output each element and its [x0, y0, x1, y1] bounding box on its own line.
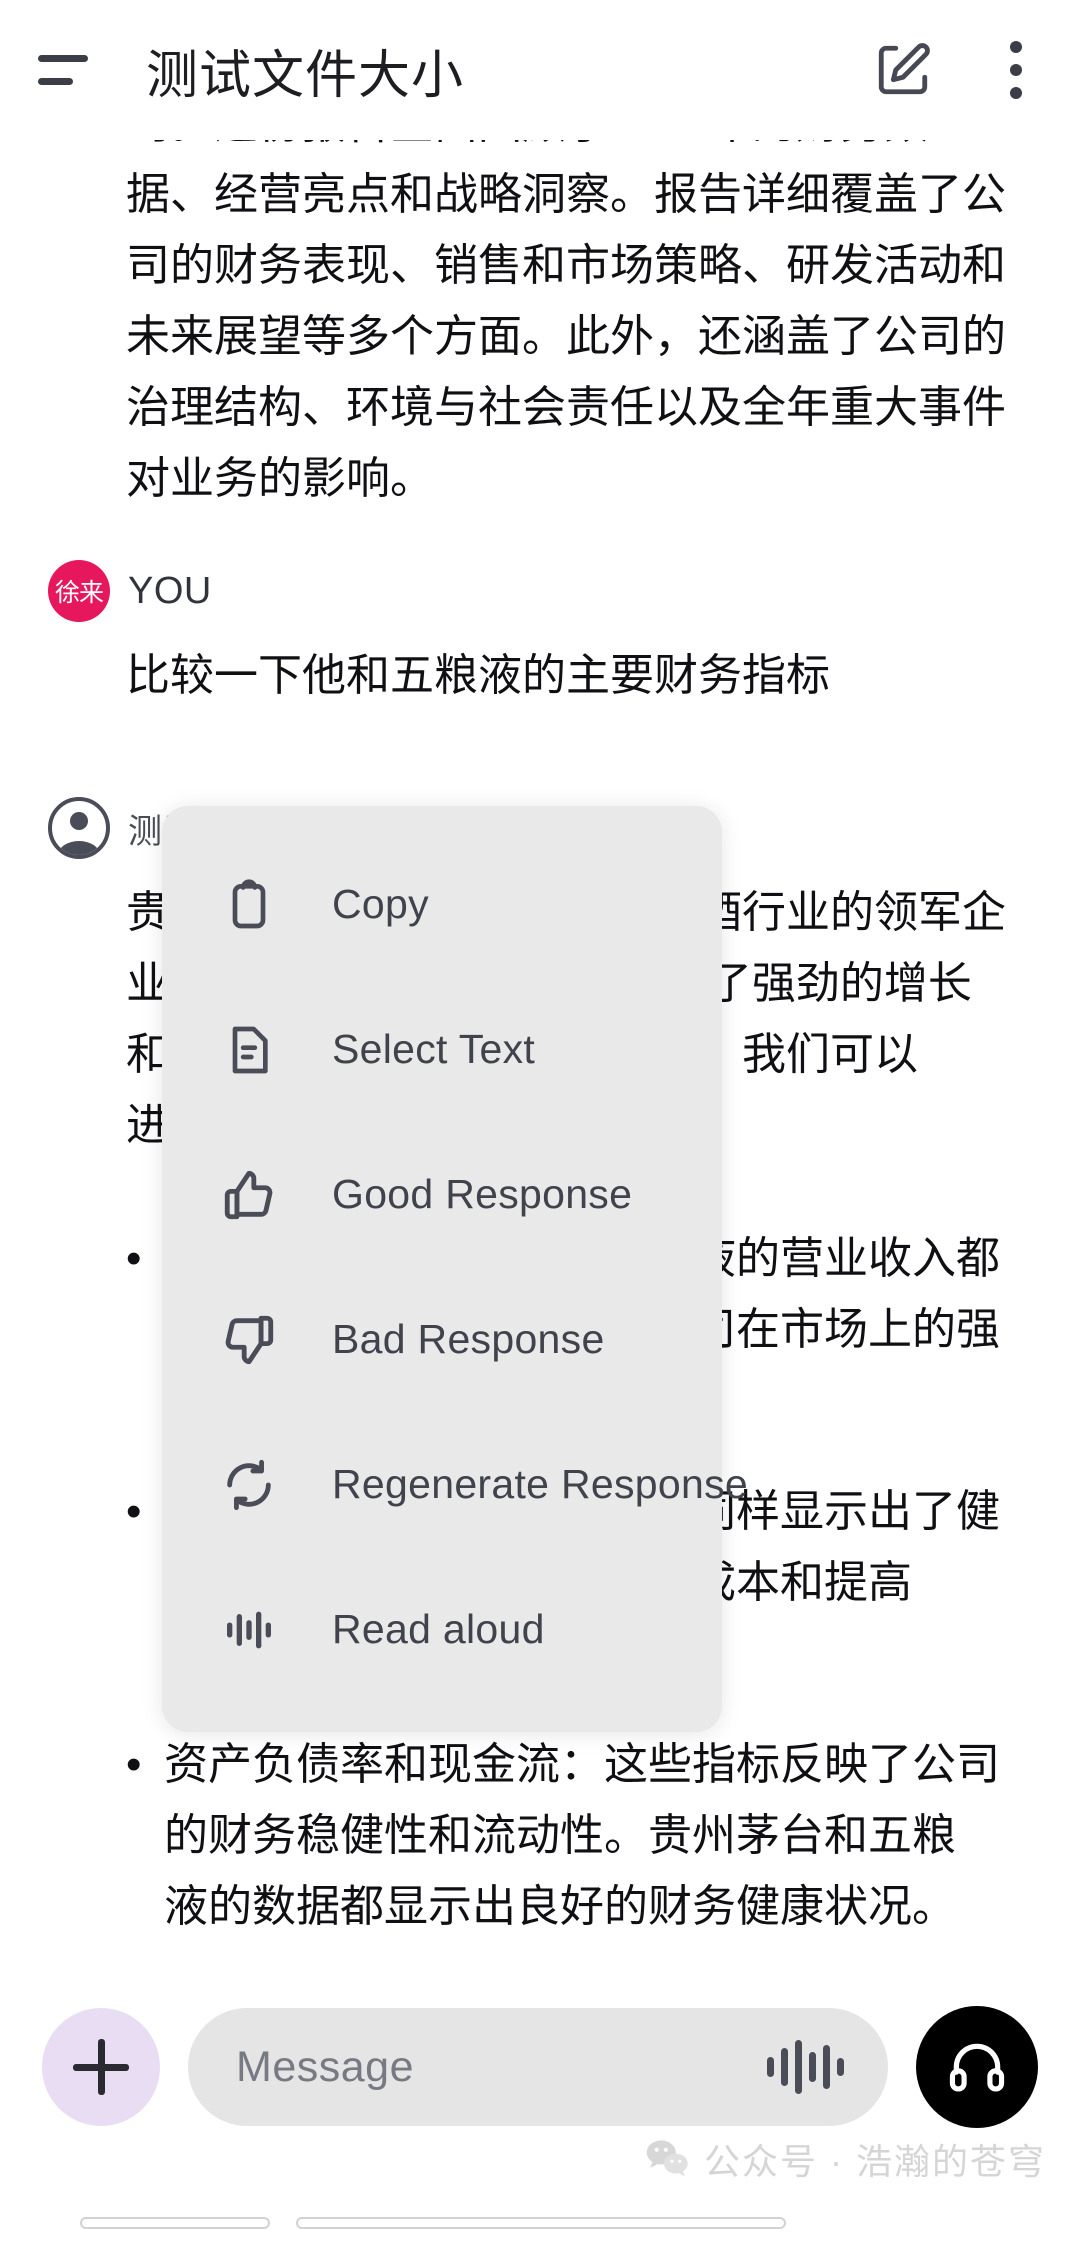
chat-app-screen: 测试文件大小 司。这份报告全面回顾了2022年的财务数 据、经营亮点和战略洞察。… — [0, 0, 1080, 2247]
header-actions — [868, 35, 1036, 105]
nav-home-pill[interactable] — [296, 2217, 786, 2229]
clipboard-icon — [218, 874, 280, 936]
thumbs-up-icon — [218, 1164, 280, 1226]
hamburger-icon[interactable] — [38, 34, 110, 106]
paragraph-line: 的财务稳健性和流动性。贵州茅台和五粮 — [164, 1811, 956, 1860]
page-title: 测试文件大小 — [146, 46, 465, 105]
sender-label: YOU — [128, 569, 212, 612]
context-menu-item-bad-response[interactable]: Bad Response — [162, 1267, 722, 1412]
plus-icon[interactable] — [42, 2008, 160, 2126]
paragraph-line: 未来展望等多个方面。此外，还涵盖了公司的 — [126, 312, 1006, 361]
user-message-text: 比较一下他和五粮液的主要财务指标 — [126, 651, 830, 700]
thumbs-down-icon — [218, 1309, 280, 1371]
context-menu-item-label: Read aloud — [332, 1606, 545, 1652]
paragraph-line: 液的数据都显示出良好的财务健康状况。 — [164, 1882, 956, 1931]
context-menu-item-label: Regenerate Response — [332, 1461, 748, 1507]
wechat-icon — [646, 2140, 688, 2177]
edit-square-icon[interactable] — [868, 35, 938, 105]
message-input-placeholder: Message — [236, 2042, 414, 2091]
intro-paragraph: 司。这份报告全面回顾了2022年的财务数 据、经营亮点和战略洞察。报告详细覆盖了… — [0, 140, 1080, 514]
system-navigation-bar — [0, 2199, 1080, 2247]
waveform-icon — [218, 1599, 280, 1661]
context-menu-item-copy[interactable]: Copy — [162, 832, 722, 977]
message-composer: Message — [0, 1992, 1080, 2142]
context-menu-item-label: Good Response — [332, 1171, 633, 1217]
avatar[interactable]: 徐来 — [48, 560, 110, 622]
paragraph-line: 治理结构、环境与社会责任以及全年重大事件 — [126, 383, 1006, 432]
list-item-text: 资产负债率和现金流：这些指标反映了公司 的财务稳健性和流动性。贵州茅台和五粮 液… — [164, 1729, 1032, 1942]
paragraph-line: 司。这份报告全面回顾了2022年的财务数 — [126, 140, 1032, 159]
paragraph-line: 资产负债率和现金流：这些指标反映了公司 — [164, 1740, 1000, 1789]
user-message-header: 徐来 YOU — [0, 560, 1080, 622]
nav-recents-pill[interactable] — [80, 2217, 270, 2229]
context-menu-item-read-aloud[interactable]: Read aloud — [162, 1557, 722, 1702]
list-item: • 资产负债率和现金流：这些指标反映了公司 的财务稳健性和流动性。贵州茅台和五粮… — [0, 1729, 1080, 1942]
waveform-icon[interactable] — [767, 2039, 844, 2095]
three-dots-vertical-icon[interactable] — [996, 35, 1036, 105]
context-menu-item-good-response[interactable]: Good Response — [162, 1122, 722, 1267]
message-context-menu[interactable]: Copy Select Text Good Response Bad Respo… — [162, 806, 748, 1732]
context-menu-item-regenerate-response[interactable]: Regenerate Response — [162, 1412, 748, 1557]
app-header: 测试文件大小 — [0, 0, 1080, 140]
paragraph-line: 对业务的影响。 — [126, 454, 434, 503]
paragraph-line: 据、经营亮点和战略洞察。报告详细覆盖了公 — [126, 170, 1006, 219]
refresh-icon — [218, 1454, 280, 1516]
bullet-marker: • — [126, 1740, 142, 1789]
bullet-marker: • — [126, 1234, 142, 1283]
search-input[interactable]: Message — [188, 2008, 888, 2126]
context-menu-item-select-text[interactable]: Select Text — [162, 977, 722, 1122]
headphones-icon[interactable] — [916, 2006, 1038, 2128]
account-circle-icon[interactable] — [48, 797, 110, 859]
context-menu-item-label: Copy — [332, 881, 429, 927]
document-text-icon — [218, 1019, 280, 1081]
paragraph-line: 司的财务表现、销售和市场策略、研发活动和 — [126, 241, 1006, 290]
bullet-marker: • — [126, 1487, 142, 1536]
context-menu-item-label: Select Text — [332, 1026, 536, 1072]
context-menu-item-label: Bad Response — [332, 1316, 605, 1362]
